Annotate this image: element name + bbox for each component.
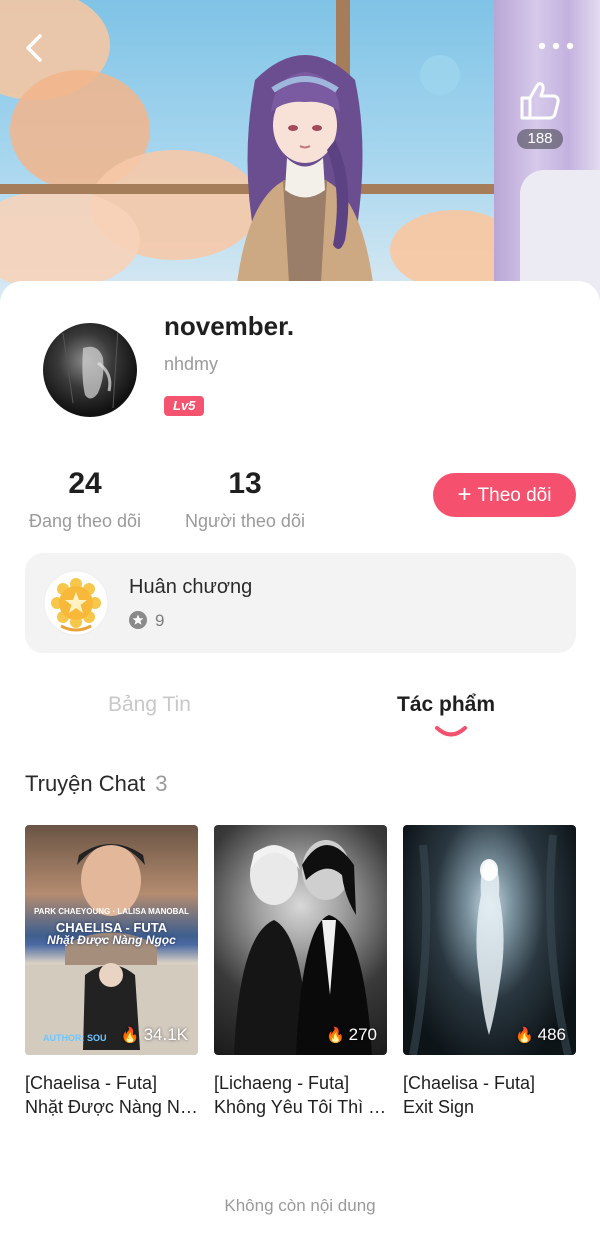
character-illustration — [235, 55, 375, 300]
cover-caption-author: AUTHOR: SOU — [43, 1033, 107, 1043]
story-card[interactable]: 🔥 270 [Lichaeng - Futa] Không Yêu Tôi Thì… — [214, 825, 388, 1119]
followers-label: Người theo dõi — [185, 511, 305, 531]
medals-panel[interactable]: Huân chương 9 — [25, 553, 576, 653]
story-cover: 🔥 486 — [403, 825, 576, 1055]
story-views: 🔥 486 — [514, 1025, 566, 1044]
profile-card: november. nhdmy Lv5 24 Đang theo dõi 13 … — [0, 281, 600, 1236]
followers-stat[interactable]: 13 Người theo dõi — [180, 467, 310, 532]
story-cover-art — [409, 834, 572, 1055]
story-card[interactable]: 🔥 486 [Chaelisa - Futa] Exit Sign — [403, 825, 577, 1119]
medal-icon — [43, 570, 109, 636]
tab-active-indicator — [435, 726, 467, 737]
back-arrow-icon[interactable] — [18, 30, 54, 66]
story-title-line1: [Lichaeng - Futa] — [214, 1073, 350, 1093]
fire-icon: 🔥 — [120, 1027, 140, 1044]
followers-count: 13 — [228, 467, 262, 500]
story-card[interactable]: PARK CHAEYOUNG · LALISA MANOBAL CHAELISA… — [25, 825, 199, 1119]
end-of-content-text: Không còn nội dung — [224, 1196, 376, 1215]
fire-icon: 🔥 — [514, 1027, 534, 1044]
star-badge-icon — [129, 611, 147, 629]
story-title-line2: Nhặt Được Nàng Ngọc — [25, 1097, 199, 1117]
avatar[interactable] — [43, 323, 137, 417]
more-options-icon[interactable] — [536, 34, 576, 58]
fire-icon: 🔥 — [325, 1027, 345, 1044]
story-views: 🔥 34.1K — [120, 1025, 188, 1044]
story-cover: 🔥 270 — [214, 825, 387, 1055]
section-count: 3 — [155, 771, 168, 796]
story-views: 🔥 270 — [325, 1025, 377, 1044]
follow-button-label: Theo dõi — [477, 485, 552, 506]
following-label: Đang theo dõi — [28, 511, 142, 531]
medals-title: Huân chương — [129, 576, 253, 598]
like-button[interactable]: 188 — [512, 80, 568, 149]
story-cover: PARK CHAEYOUNG · LALISA MANOBAL CHAELISA… — [25, 825, 198, 1055]
level-badge: Lv5 — [164, 396, 205, 416]
story-title-line2: Exit Sign — [403, 1097, 475, 1117]
following-count: 24 — [68, 467, 102, 500]
profile-name: november. — [164, 311, 295, 341]
medals-count-row: 9 — [129, 611, 164, 631]
tab-news-feed[interactable]: Bảng Tin — [108, 693, 191, 717]
avatar-image — [62, 327, 119, 409]
profile-handle: nhdmy — [164, 354, 219, 374]
story-title-line1: [Chaelisa - Futa] — [403, 1073, 536, 1093]
tab-works[interactable]: Tác phẩm — [397, 693, 495, 717]
like-count: 188 — [517, 129, 563, 149]
section-title-label: Truyện Chat — [25, 771, 146, 796]
following-stat[interactable]: 24 Đang theo dõi — [24, 467, 146, 532]
cover-caption-top: PARK CHAEYOUNG · LALISA MANOBAL — [33, 907, 190, 916]
plus-icon: + — [457, 481, 472, 508]
medals-count: 9 — [155, 611, 165, 630]
thumbs-up-icon — [520, 82, 560, 120]
story-title-line1: [Chaelisa - Futa] — [25, 1073, 158, 1093]
section-title: Truyện Chat 3 — [25, 771, 168, 797]
story-title-line2: Không Yêu Tôi Thì Sao — [214, 1097, 388, 1117]
story-cover-art — [234, 840, 372, 1055]
follow-button[interactable]: + Theo dõi — [433, 473, 576, 517]
cloud-decoration — [420, 55, 460, 95]
cover-caption-subtitle: Nhặt Được Nàng Ngọc — [47, 933, 176, 947]
profile-cover-image: 188 — [0, 0, 600, 300]
